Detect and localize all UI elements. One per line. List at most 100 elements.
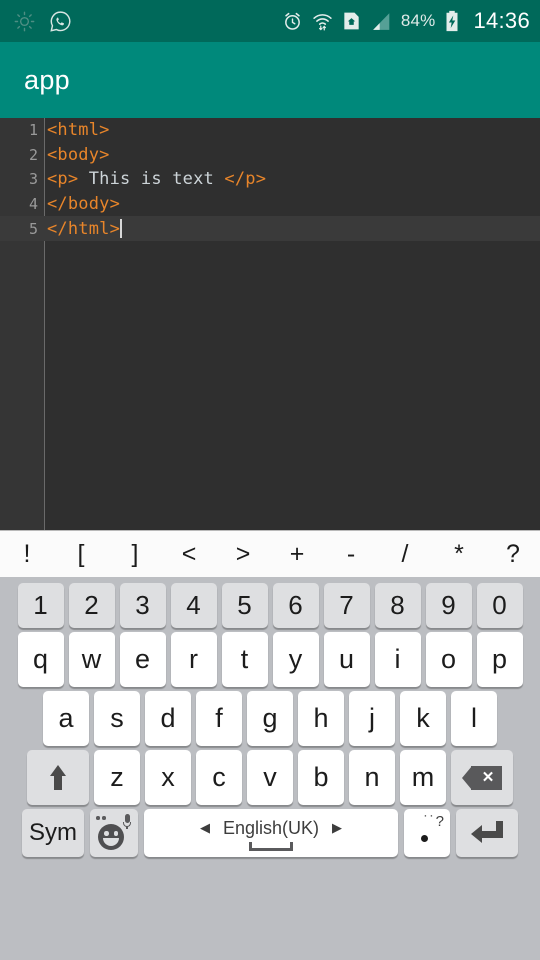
code-line-text: </html> (47, 218, 123, 239)
space-key[interactable]: ◀ English(UK) ▶ (144, 809, 398, 857)
backspace-key[interactable]: ✕ (451, 750, 513, 805)
code-line-text: <html> (47, 120, 110, 140)
code-editor[interactable]: 1 <html> 2 <body> 3 <p> This is text </p> 4 </b… (0, 118, 540, 530)
prev-language-arrow-icon[interactable]: ◀ (200, 820, 210, 836)
key-x[interactable]: x (145, 750, 191, 805)
code-line[interactable]: 3 <p> This is text </p> (0, 167, 540, 192)
key-r[interactable]: r (170, 632, 217, 687)
whatsapp-icon (49, 10, 72, 33)
key-1[interactable]: 1 (17, 583, 64, 628)
line-number: 1 (28, 121, 38, 140)
symbol-key-<[interactable]: < (162, 540, 216, 569)
key-5[interactable]: 5 (221, 583, 268, 628)
code-line-text: <p> This is text </p> (47, 169, 266, 189)
key-l[interactable]: l (451, 691, 497, 746)
home-vpn-icon (342, 11, 361, 31)
key-9[interactable]: 9 (425, 583, 472, 628)
html-tag-token: </body> (47, 194, 121, 215)
line-number: 4 (28, 195, 38, 214)
key-y[interactable]: y (272, 632, 319, 687)
period-key[interactable]: ˙˙? (404, 809, 450, 857)
enter-return-icon (471, 821, 503, 845)
key-d[interactable]: d (145, 691, 191, 746)
keyboard-row-home[interactable]: asdfghjkl (3, 691, 537, 746)
code-line[interactable]: 4 </body> (0, 192, 540, 217)
key-6[interactable]: 6 (272, 583, 319, 628)
line-number: 5 (28, 219, 38, 238)
key-z[interactable]: z (94, 750, 140, 805)
key-a[interactable]: a (43, 691, 89, 746)
symbol-key->[interactable]: > (216, 540, 270, 569)
battery-charging-icon (444, 10, 460, 32)
sym-key[interactable]: Sym (22, 809, 84, 857)
code-content-area[interactable]: 1 <html> 2 <body> 3 <p> This is text </p> 4 </b… (0, 118, 540, 530)
emoji-voice-key[interactable] (90, 809, 138, 857)
keyboard-row-numbers[interactable]: 1234567890 (3, 583, 537, 628)
symbol-key-![interactable]: ! (0, 540, 54, 569)
on-screen-keyboard[interactable]: 1234567890 qwertyuiop asdfghjkl zxcvbnm … (0, 577, 540, 960)
battery-percent-label: 84% (400, 11, 436, 30)
key-t[interactable]: t (221, 632, 268, 687)
next-language-arrow-icon[interactable]: ▶ (332, 820, 342, 836)
code-line-text: </body> (47, 194, 120, 214)
code-line[interactable]: 1 <html> (0, 118, 540, 143)
key-n[interactable]: n (349, 750, 395, 805)
symbol-key-?[interactable]: ? (486, 540, 540, 569)
html-tag-token: <html> (47, 120, 110, 141)
symbol-key-*[interactable]: * (432, 540, 486, 569)
key-7[interactable]: 7 (323, 583, 370, 628)
symbol-key-+[interactable]: + (270, 540, 324, 569)
enter-key[interactable] (456, 809, 518, 857)
key-q[interactable]: q (17, 632, 64, 687)
key-m[interactable]: m (400, 750, 446, 805)
html-tag-token: </html> (47, 218, 121, 239)
key-j[interactable]: j (349, 691, 395, 746)
key-3[interactable]: 3 (119, 583, 166, 628)
key-0[interactable]: 0 (476, 583, 523, 628)
key-g[interactable]: g (247, 691, 293, 746)
key-w[interactable]: w (68, 632, 115, 687)
app-title: app (24, 64, 70, 95)
code-line-text: <body> (47, 145, 110, 165)
key-u[interactable]: u (323, 632, 370, 687)
backspace-delete-icon: ✕ (462, 765, 502, 790)
plain-text-token: This is text (78, 169, 225, 190)
code-line[interactable]: 2 <body> (0, 143, 540, 168)
symbol-key--[interactable]: - (324, 540, 378, 569)
keyboard-row-function[interactable]: Sym ◀ English(UK) ▶ ˙˙? (3, 809, 537, 857)
line-number: 3 (28, 170, 38, 189)
symbol-key-][interactable]: ] (108, 540, 162, 569)
symbol-key-/[interactable]: / (378, 540, 432, 569)
html-tag-token: </p> (224, 169, 267, 190)
key-2[interactable]: 2 (68, 583, 115, 628)
period-secondary-label: ˙˙? (423, 813, 445, 830)
key-4[interactable]: 4 (170, 583, 217, 628)
period-dot-icon (421, 835, 428, 842)
signal-bars-icon (370, 11, 392, 32)
key-i[interactable]: i (374, 632, 421, 687)
symbol-shortcut-bar[interactable]: ![] < > + - / *? (0, 530, 540, 577)
line-number: 2 (28, 145, 38, 164)
key-k[interactable]: k (400, 691, 446, 746)
shift-key[interactable] (27, 750, 89, 805)
key-o[interactable]: o (425, 632, 472, 687)
wifi-icon (312, 11, 333, 32)
status-bar-right-icons: 84% 14:36 (282, 8, 530, 34)
emoji-smiley-microphone-icon (96, 814, 132, 852)
keyboard-row-bottom-letters[interactable]: zxcvbnm ✕ (3, 750, 537, 805)
key-8[interactable]: 8 (374, 583, 421, 628)
key-h[interactable]: h (298, 691, 344, 746)
key-p[interactable]: p (476, 632, 523, 687)
shift-arrow-up-icon (49, 765, 67, 790)
key-f[interactable]: f (196, 691, 242, 746)
code-line[interactable]: 5 </html> (0, 216, 540, 241)
keyboard-row-top[interactable]: qwertyuiop (3, 632, 537, 687)
key-e[interactable]: e (119, 632, 166, 687)
symbol-key-[[interactable]: [ (54, 540, 108, 569)
key-c[interactable]: c (196, 750, 242, 805)
key-b[interactable]: b (298, 750, 344, 805)
key-s[interactable]: s (94, 691, 140, 746)
key-v[interactable]: v (247, 750, 293, 805)
status-bar: 84% 14:36 (0, 0, 540, 42)
text-caret (120, 218, 123, 238)
